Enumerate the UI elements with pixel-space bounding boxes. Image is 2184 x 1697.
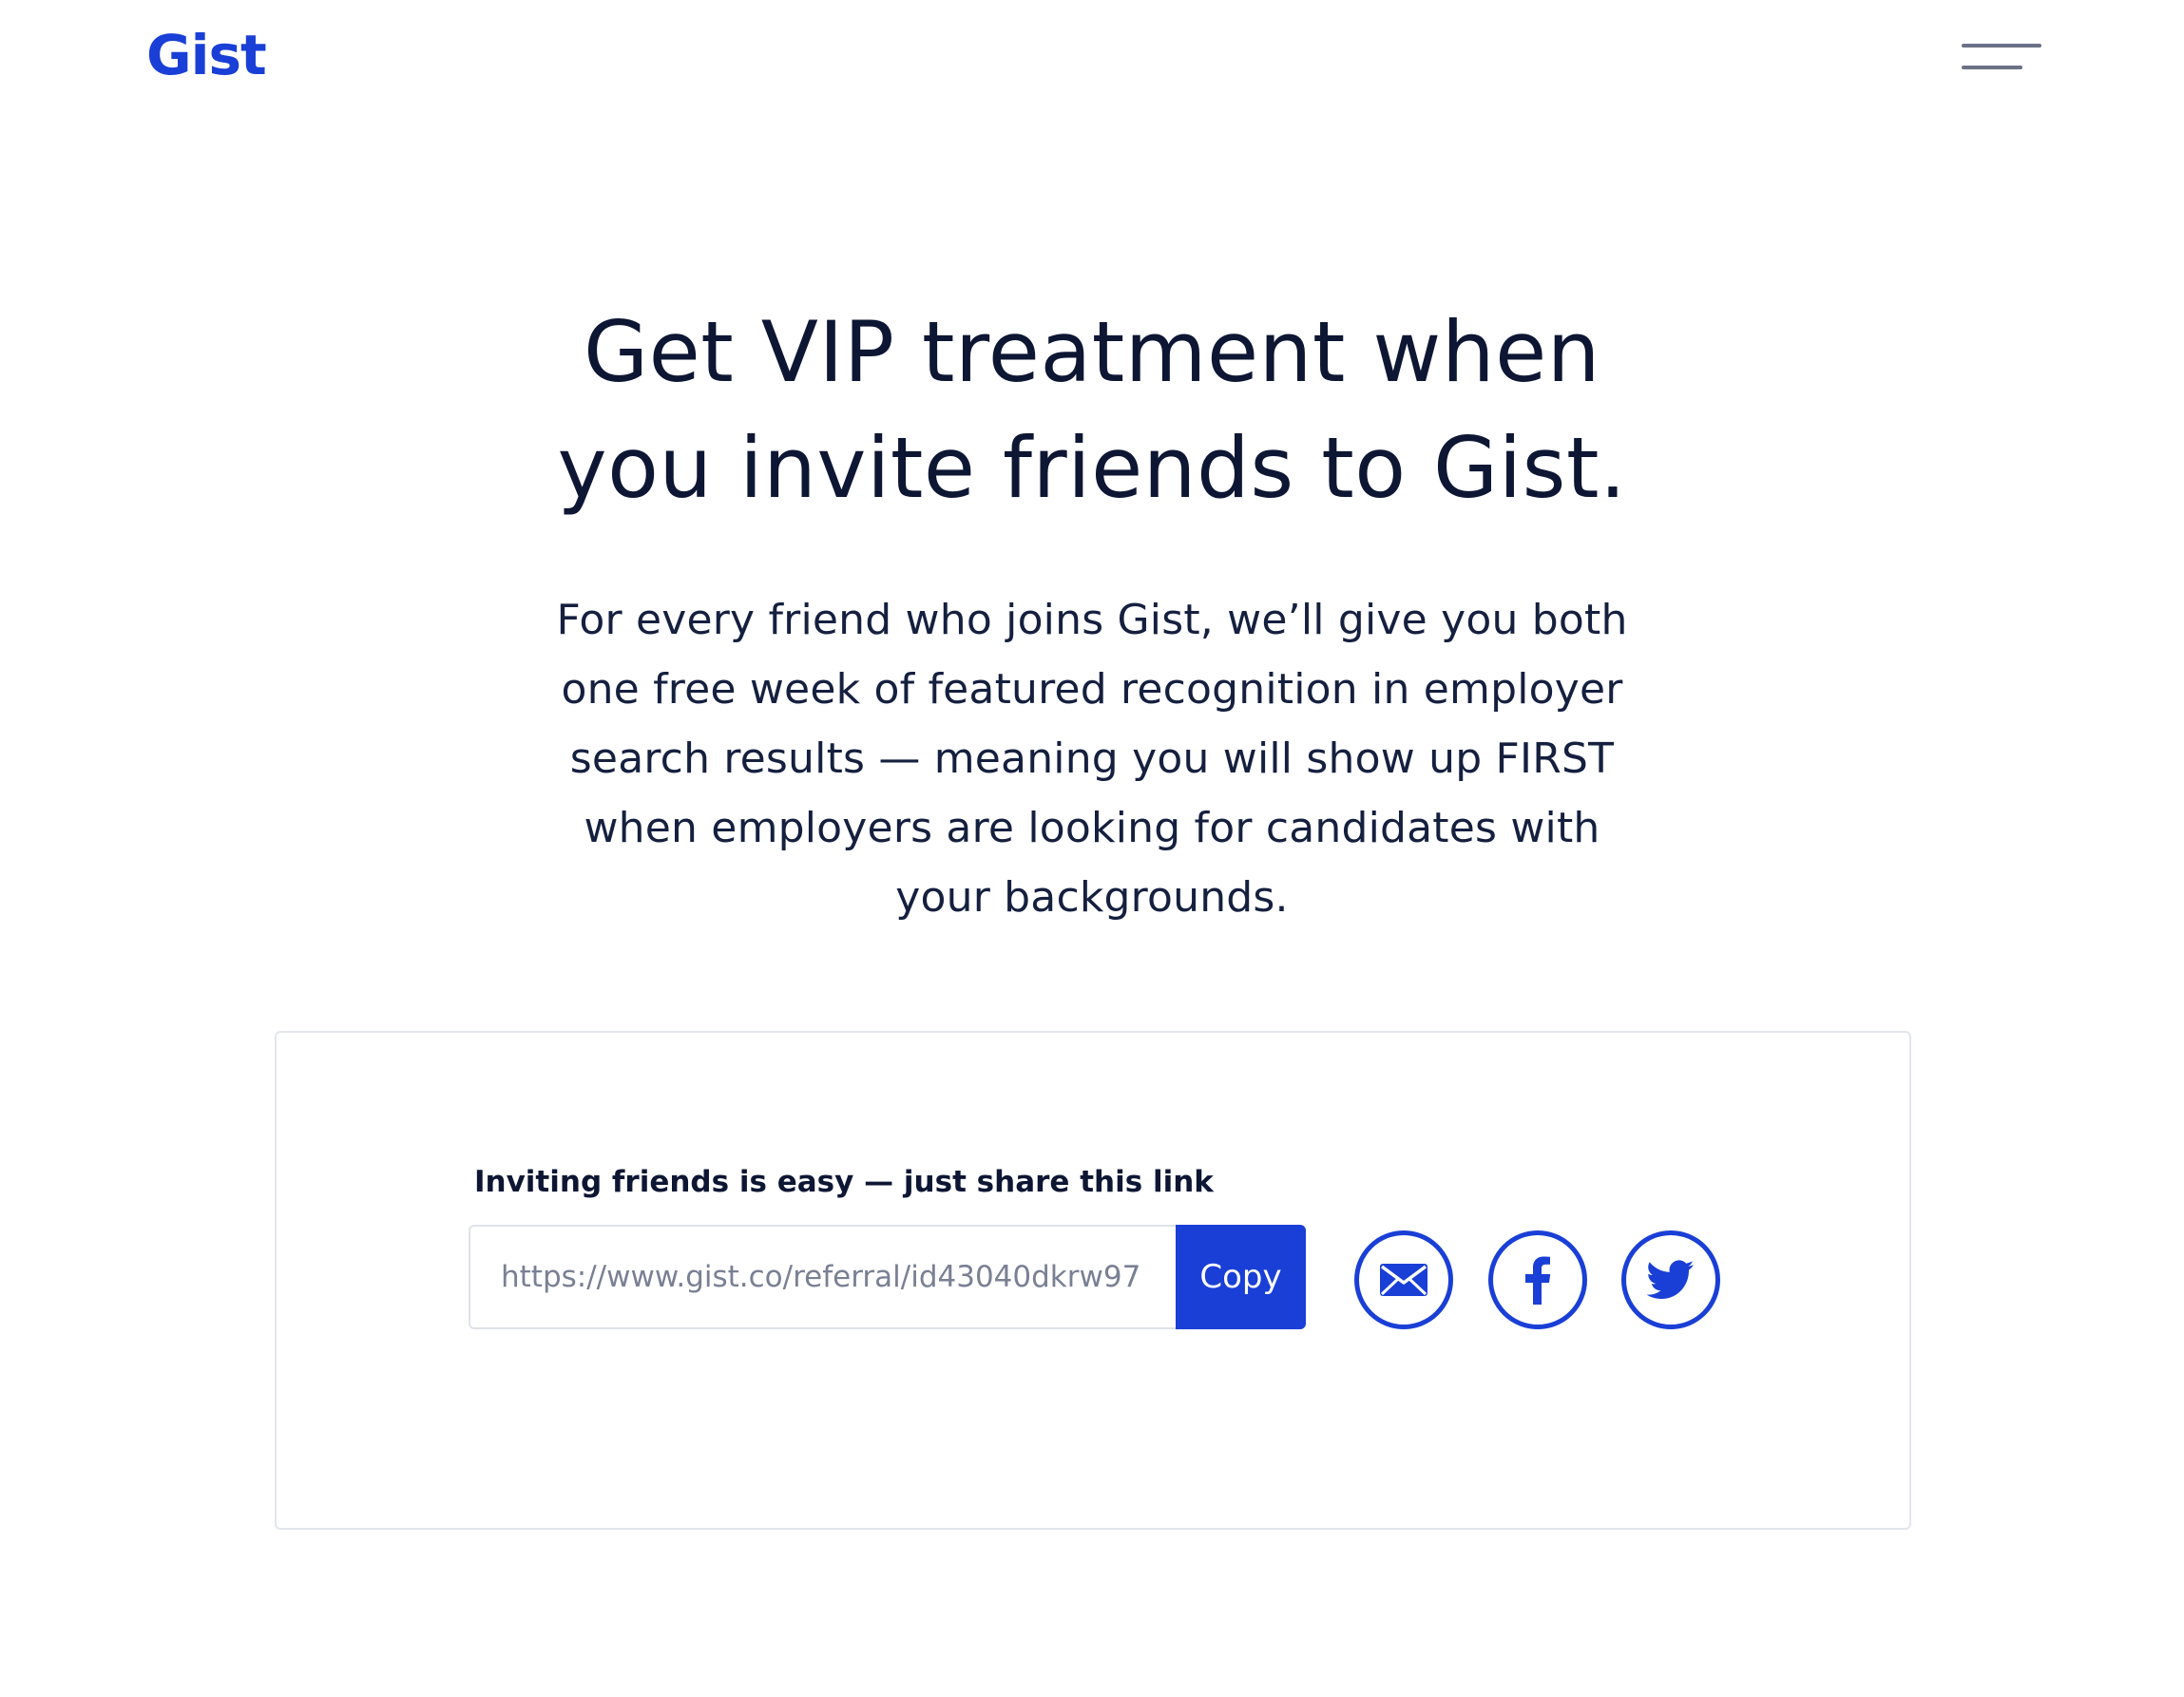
referral-link-input[interactable]: [469, 1225, 1177, 1329]
description-line-4: when employers are looking for candidate…: [584, 804, 1600, 852]
email-icon: [1380, 1264, 1427, 1296]
description-line-3: search results — meaning you will show u…: [569, 734, 1615, 783]
share-email-button[interactable]: [1354, 1230, 1453, 1329]
facebook-icon: [1525, 1256, 1551, 1305]
menu-bar-top: [1962, 44, 2041, 48]
page-description: For every friend who joins Gist, we’ll g…: [522, 585, 1662, 932]
menu-bar-bottom: [1962, 66, 2022, 69]
gist-logo[interactable]: Gist: [146, 21, 267, 89]
hamburger-menu-icon[interactable]: [1962, 42, 2041, 74]
headline-line-1: Get VIP treatment when: [583, 303, 1601, 401]
share-facebook-button[interactable]: [1488, 1230, 1587, 1329]
copy-button[interactable]: Copy: [1176, 1225, 1306, 1329]
description-line-2: one free week of featured recognition in…: [561, 665, 1623, 714]
headline-line-2: you invite friends to Gist.: [557, 419, 1627, 517]
twitter-icon: [1647, 1260, 1695, 1299]
page-headline: Get VIP treatment when you invite friend…: [427, 295, 1757, 526]
description-line-1: For every friend who joins Gist, we’ll g…: [556, 596, 1628, 644]
invite-label: Inviting friends is easy — just share th…: [474, 1165, 1214, 1199]
share-twitter-button[interactable]: [1621, 1230, 1720, 1329]
description-line-5: your backgrounds.: [895, 873, 1289, 922]
